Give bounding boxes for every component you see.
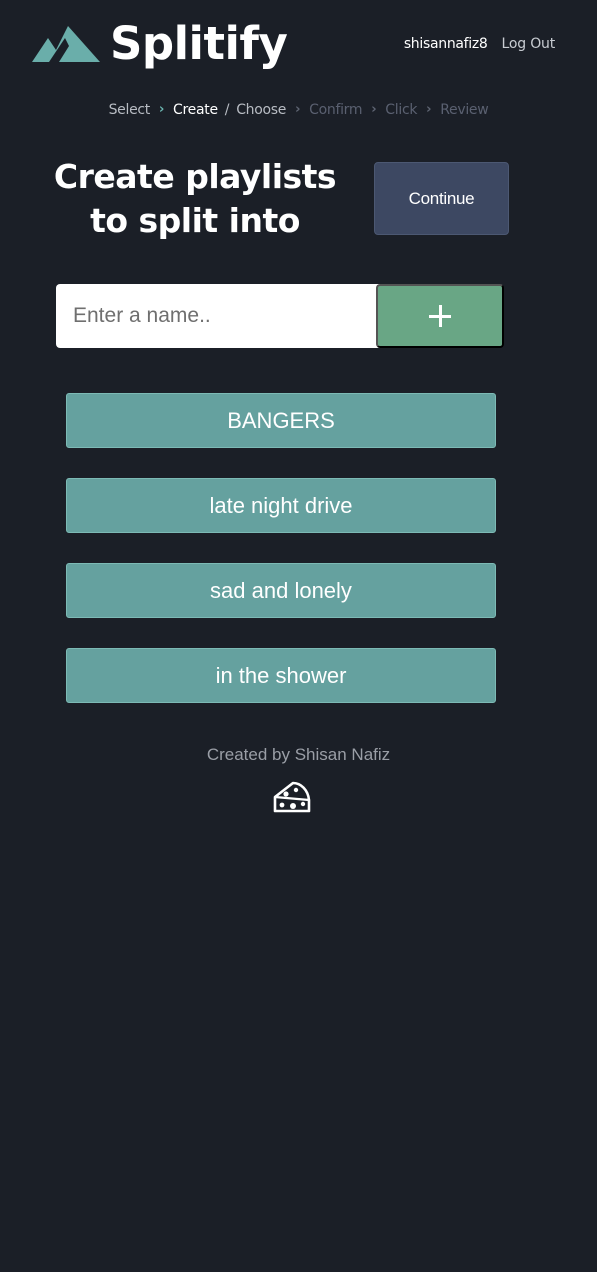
breadcrumb-create[interactable]: Create (173, 100, 218, 120)
mountain-icon (32, 26, 100, 62)
header: Splitify shisannafiz8 Log Out (0, 0, 597, 90)
breadcrumb-select[interactable]: Select (109, 100, 151, 120)
brand-name: Splitify (110, 17, 288, 70)
breadcrumb-review: Review (440, 102, 489, 118)
chevron-right-icon: › (295, 102, 301, 117)
breadcrumb-click: Click (385, 102, 418, 118)
logout-link[interactable]: Log Out (502, 35, 556, 53)
continue-button[interactable]: Continue (374, 162, 509, 235)
breadcrumb: Select › Create / Choose › Confirm › Cli… (0, 100, 597, 120)
playlist-item[interactable]: BANGERS (66, 393, 496, 448)
user-nav: shisannafiz8 Log Out (404, 35, 555, 53)
playlist-list: BANGERS late night drive sad and lonely … (66, 393, 496, 733)
chevron-right-icon: › (426, 102, 432, 117)
page-title: Create playlists to split into (53, 157, 337, 240)
breadcrumb-choose[interactable]: Choose (236, 100, 286, 120)
playlist-name-input[interactable] (56, 284, 408, 348)
playlist-item[interactable]: late night drive (66, 478, 496, 533)
chevron-right-icon: › (158, 102, 165, 117)
plus-icon (429, 305, 451, 327)
playlist-item[interactable]: sad and lonely (66, 563, 496, 618)
add-playlist-button[interactable] (376, 284, 504, 348)
brand[interactable]: Splitify (32, 17, 288, 70)
playlist-item[interactable]: in the shower (66, 648, 496, 703)
cheese-icon[interactable] (273, 780, 311, 814)
breadcrumb-slash: / (224, 102, 230, 118)
username: shisannafiz8 (403, 36, 488, 52)
breadcrumb-confirm: Confirm (309, 102, 363, 118)
footer-credit: Created by Shisan Nafiz (206, 745, 391, 764)
chevron-right-icon: › (371, 102, 377, 117)
